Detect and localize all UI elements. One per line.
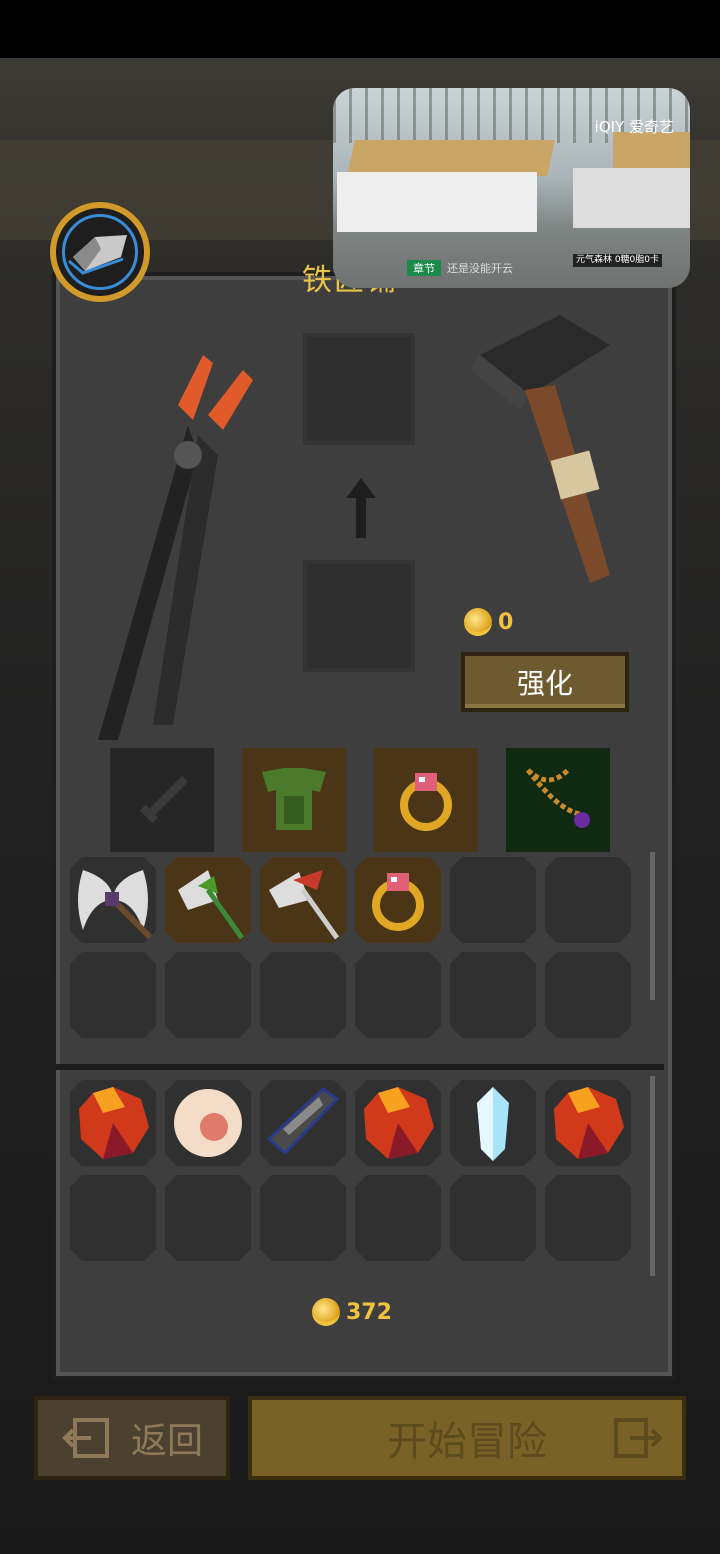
ruby-gem-icon [79,1087,149,1159]
pearl-orb-icon [174,1089,242,1157]
material-slot-empty[interactable] [165,1175,251,1261]
start-adventure-button[interactable]: 开始冒险 [248,1396,686,1480]
start-button-label: 开始冒险 [387,1419,547,1465]
gold-counter: 372 [312,1298,392,1326]
material-inventory-grid [70,1080,631,1261]
ruby-ring-icon [372,873,424,931]
inventory-slot[interactable] [165,857,251,943]
green-armor-icon [262,768,326,830]
ice-crystal-icon [477,1087,509,1161]
input-slot[interactable] [303,560,415,672]
inventory-slot-empty[interactable] [165,952,251,1038]
upgrade-button[interactable]: 强化 [461,652,629,712]
material-slot-empty[interactable] [260,1175,346,1261]
material-slot-empty[interactable] [450,1175,536,1261]
inventory-slot-empty[interactable] [355,952,441,1038]
arrow-up-icon [346,478,376,538]
badge-ring [62,214,138,290]
forge-badge [50,202,150,302]
material-slot-empty[interactable] [545,1175,631,1261]
back-button[interactable]: 返回 [34,1396,230,1480]
video-house [337,172,537,232]
subtitle-tag: 章节 [407,260,441,276]
ruby-gem-icon [364,1087,434,1159]
inventory-slot-empty[interactable] [450,952,536,1038]
video-subtitle: 章节 还是没能开云 [407,260,513,276]
video-house-2 [573,168,690,228]
material-scrollbar[interactable] [650,1076,655,1276]
result-slot[interactable] [303,333,415,445]
ruby-ring-icon [400,773,452,831]
status-bar [0,0,720,58]
red-halberd-icon [269,870,340,940]
video-overlay[interactable]: iQIY 爱奇艺 章节 还是没能开云 元气森林 0糖0脂0卡 [333,88,690,288]
gear-inventory-grid [70,857,631,1038]
video-watermark: iQIY 爱奇艺 [594,118,674,136]
equipped-ring-slot[interactable] [374,748,478,852]
upgrade-cost-value: 0 [498,609,514,635]
sword-silhouette-icon [139,776,188,824]
material-slot[interactable] [70,1080,156,1166]
subtitle-text: 还是没能开云 [447,262,513,275]
video-roof [347,140,555,176]
material-slot[interactable] [260,1080,346,1166]
inventory-slot[interactable] [70,857,156,943]
coin-icon [464,608,492,636]
inventory-slot-empty[interactable] [545,857,631,943]
inventory-slot-empty[interactable] [450,857,536,943]
video-roof-2 [613,132,690,168]
back-button-label: 返回 [130,1421,203,1462]
inventory-slot[interactable] [355,857,441,943]
inventory-slot-empty[interactable] [70,952,156,1038]
inventory-slot[interactable] [260,857,346,943]
upgrade-cost: 0 [464,608,513,636]
exit-door-icon [614,1418,663,1458]
material-slot[interactable] [355,1080,441,1166]
video-corner-ad: 元气森林 0糖0脂0卡 [572,254,662,267]
green-halberd-icon [178,870,245,940]
material-slot[interactable] [545,1080,631,1166]
material-slot-empty[interactable] [70,1175,156,1261]
purple-battle-axe-icon [78,870,153,940]
ruby-gem-icon [554,1087,624,1159]
back-arrow-icon [62,1418,109,1458]
inventory-slot-empty[interactable] [545,952,631,1038]
amulet-icon [526,768,590,828]
inventory-divider [56,1064,664,1070]
equipped-armor-slot[interactable] [242,748,346,852]
inventory-slot-empty[interactable] [260,952,346,1038]
pliers-icon [98,355,253,740]
equipped-weapon-slot[interactable] [110,748,214,852]
material-slot[interactable] [450,1080,536,1166]
material-slot-empty[interactable] [355,1175,441,1261]
dark-crystal-icon [266,1087,340,1156]
hammer-icon [470,315,610,583]
gold-value: 372 [346,1299,392,1325]
equipped-amulet-slot[interactable] [506,748,610,852]
gear-scrollbar[interactable] [650,852,655,1000]
coin-stack-icon [312,1298,340,1326]
material-slot[interactable] [165,1080,251,1166]
